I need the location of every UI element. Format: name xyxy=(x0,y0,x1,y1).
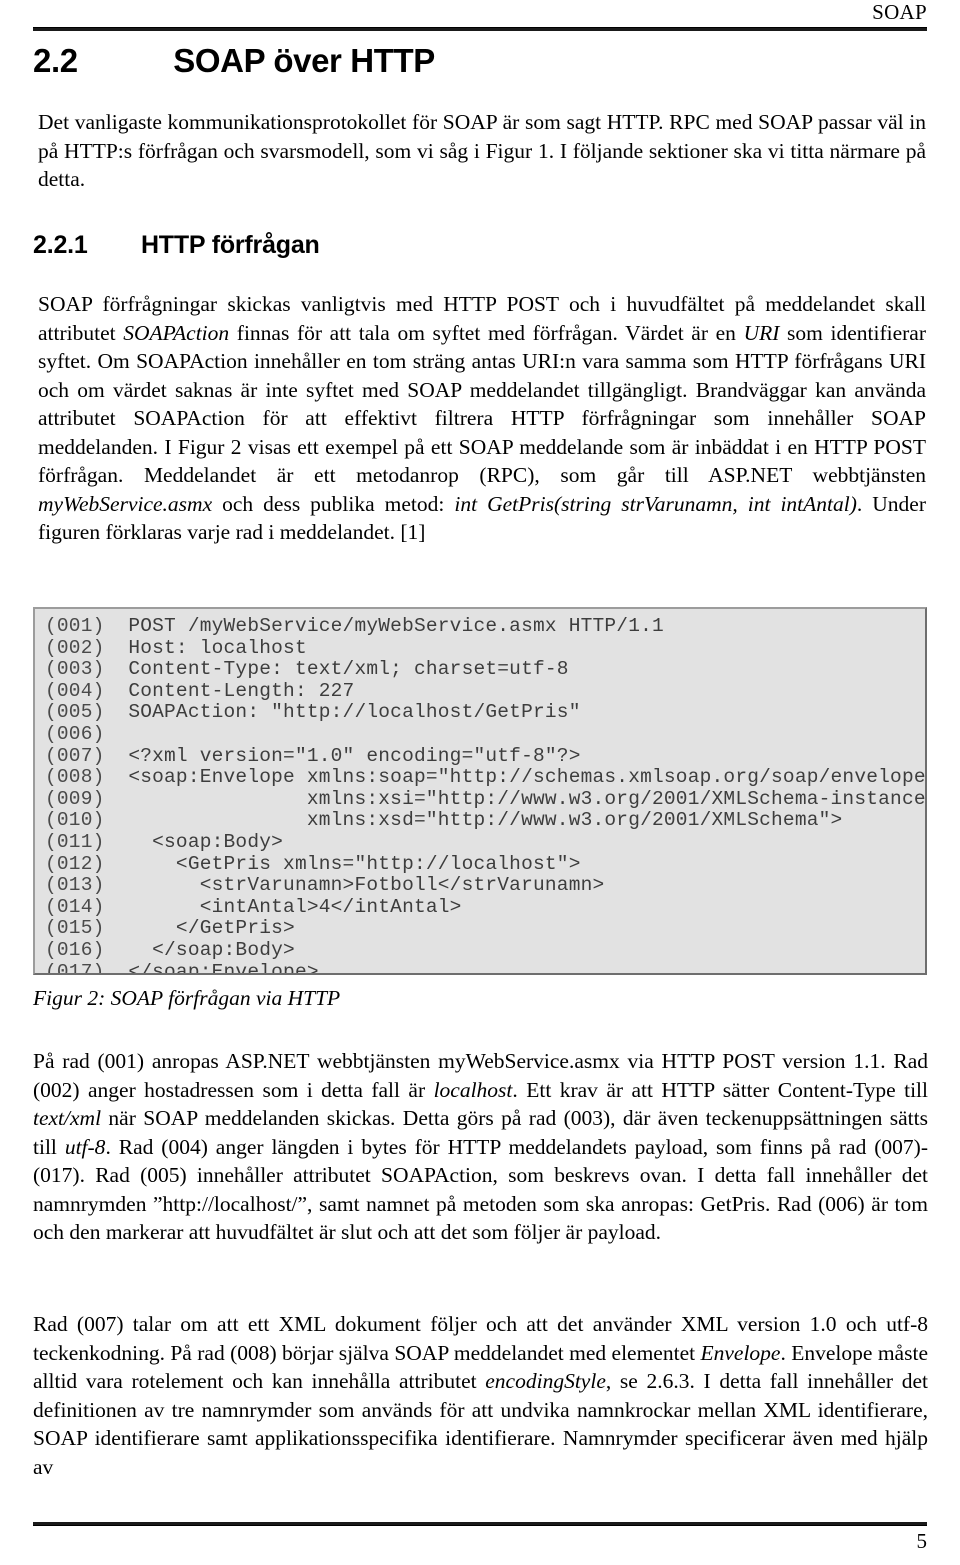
code-line: (013) <strVarunamn>Fotboll</strVarunamn> xyxy=(45,874,925,897)
code-line: (017) </soap:Envelope> xyxy=(45,960,925,975)
code-line-number: (015) xyxy=(45,917,105,940)
code-line-text: <GetPris xmlns="http://localhost"> xyxy=(104,852,581,875)
subsection-heading: 2.2.1 HTTP förfrågan xyxy=(33,230,320,260)
code-line: (008) <soap:Envelope xmlns:soap="http://… xyxy=(45,766,927,789)
code-line-text: Host: localhost xyxy=(104,636,307,659)
exp1-italic-textxml: text/xml xyxy=(33,1106,102,1130)
code-line-number: (003) xyxy=(45,658,105,681)
figure-caption: Figur 2: SOAP förfrågan via HTTP xyxy=(33,986,341,1010)
paragraph-explanation-1: På rad (001) anropas ASP.NET webbtjänste… xyxy=(33,1047,928,1247)
subsection-title: HTTP förfrågan xyxy=(140,231,320,259)
code-line: (005) SOAPAction: "http://localhost/GetP… xyxy=(45,701,925,724)
code-line-number: (017) xyxy=(45,960,105,975)
code-line: (009) xmlns:xsi="http://www.w3.org/2001/… xyxy=(45,787,927,811)
code-line-text: SOAPAction: "http://localhost/GetPris" xyxy=(104,701,581,724)
req-text-b: finnas för att tala om syftet med förfrå… xyxy=(229,320,744,345)
code-line: (010) xmlns:xsd="http://www.w3.org/2001/… xyxy=(45,809,925,832)
paragraph-explanation-2: Rad (007) talar om att ett XML dokument … xyxy=(33,1310,928,1481)
header-divider xyxy=(33,27,927,31)
code-line-number: (012) xyxy=(45,852,105,875)
code-listing: (001) POST /myWebService/myWebService.as… xyxy=(45,615,927,975)
subsection-number: 2.2.1 xyxy=(33,231,88,259)
code-line-text: xmlns:xsi="http://www.w3.org/2001/XMLSch… xyxy=(104,787,927,810)
code-line-text: <soap:Envelope xmlns:soap="http://schema… xyxy=(104,766,927,789)
running-header: SOAP xyxy=(33,0,927,31)
code-line: (014) <intAntal>4</intAntal> xyxy=(45,895,925,919)
code-line-text: </GetPris> xyxy=(104,917,295,940)
paragraph-intro-text: Det vanligaste kommunikationsprotokollet… xyxy=(38,110,926,191)
document-page: SOAP 2.2 SOAP över HTTP Det vanligaste k… xyxy=(0,0,960,1565)
exp2-italic-encodingstyle: encodingStyle xyxy=(485,1369,606,1393)
section-title: SOAP över HTTP xyxy=(173,42,435,79)
code-line: (003) Content-Type: text/xml; charset=ut… xyxy=(45,658,925,681)
code-line-text: <strVarunamn>Fotboll</strVarunamn> xyxy=(104,874,605,897)
req-italic-uri: URI xyxy=(743,320,780,345)
footer-divider xyxy=(33,1522,927,1526)
exp1-italic-utf8: utf-8 xyxy=(64,1134,106,1159)
req-italic-service: myWebService.asmx xyxy=(38,491,213,516)
code-line-number: (009) xyxy=(45,787,105,810)
req-italic-method: int GetPris(string strVarunamn, int intA… xyxy=(454,491,857,516)
section-number: 2.2 xyxy=(33,42,78,79)
exp1-italic-localhost: localhost xyxy=(433,1077,513,1102)
exp1-text-b: . Ett krav är att HTTP sätter Content-Ty… xyxy=(512,1077,929,1102)
code-line: (001) POST /myWebService/myWebService.as… xyxy=(45,615,925,638)
code-line-number: (005) xyxy=(45,701,105,724)
code-line-number: (014) xyxy=(45,895,105,918)
code-line-text: xmlns:xsd="http://www.w3.org/2001/XMLSch… xyxy=(104,809,843,832)
code-line-text: POST /myWebService/myWebService.asmx HTT… xyxy=(104,615,664,637)
code-line-number: (006) xyxy=(45,722,105,745)
code-line-text: Content-Type: text/xml; charset=utf-8 xyxy=(104,658,569,681)
req-text-d: och dess publika metod: xyxy=(212,491,455,516)
code-line-number: (011) xyxy=(45,830,105,853)
code-line-number: (007) xyxy=(45,744,105,767)
code-line-text: <soap:Body> xyxy=(104,830,284,853)
req-italic-soapaction: SOAPAction xyxy=(123,320,230,345)
code-line-number: (013) xyxy=(45,874,105,897)
code-line-text: <intAntal>4</intAntal> xyxy=(104,895,462,918)
code-line: (015) </GetPris> xyxy=(45,917,925,940)
code-line-text: </soap:Body> xyxy=(104,938,295,961)
paragraph-http-request: SOAP förfrågningar skickas vanligtvis me… xyxy=(38,290,926,547)
code-line: (007) <?xml version="1.0" encoding="utf-… xyxy=(45,744,925,768)
code-line-number: (004) xyxy=(45,679,105,702)
code-line: (004) Content-Length: 227 xyxy=(45,679,925,703)
code-line: (002) Host: localhost xyxy=(45,636,925,660)
code-line-number: (010) xyxy=(45,809,105,832)
req-text-c: som identifierar syftet. Om SOAPAction i… xyxy=(38,320,926,488)
running-header-text: SOAP xyxy=(872,0,927,24)
code-line: (012) <GetPris xmlns="http://localhost"> xyxy=(45,852,925,876)
code-line: (011) <soap:Body> xyxy=(45,830,925,854)
section-heading: 2.2 SOAP över HTTP xyxy=(33,42,435,80)
code-line-number: (008) xyxy=(45,766,105,789)
code-line-number: (001) xyxy=(45,615,105,637)
code-line: (006) xyxy=(45,722,925,746)
page-number: 5 xyxy=(916,1529,928,1553)
code-line-number: (016) xyxy=(45,938,105,961)
code-line-text: </soap:Envelope> xyxy=(104,960,319,975)
exp1-text-d: . Rad (004) anger längden i bytes för HT… xyxy=(33,1134,928,1245)
code-line-text: <?xml version="1.0" encoding="utf-8"?> xyxy=(104,744,581,767)
code-figure-box: (001) POST /myWebService/myWebService.as… xyxy=(33,607,927,975)
code-line: (016) </soap:Body> xyxy=(45,938,925,962)
code-line-number: (002) xyxy=(45,636,105,659)
paragraph-intro: Det vanligaste kommunikationsprotokollet… xyxy=(38,108,926,194)
code-line-text: Content-Length: 227 xyxy=(104,679,355,702)
exp2-italic-envelope: Envelope xyxy=(700,1340,781,1365)
